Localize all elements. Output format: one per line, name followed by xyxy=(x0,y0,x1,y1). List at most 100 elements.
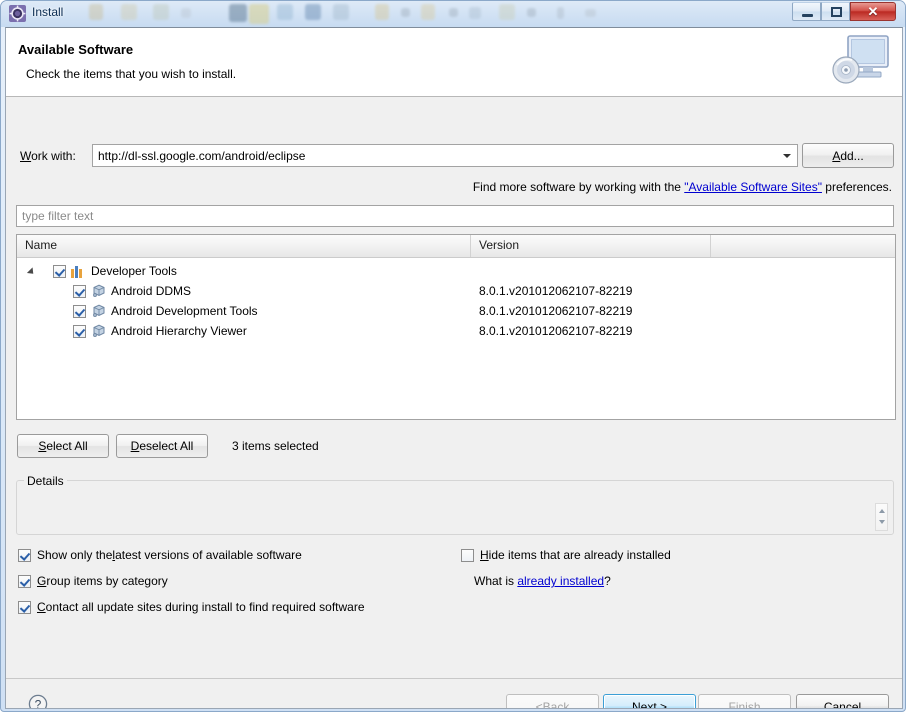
software-tree[interactable]: Name Version Developer Tools Android DDM… xyxy=(16,234,896,420)
close-button[interactable]: ✕ xyxy=(850,2,896,21)
back-before: < xyxy=(535,699,543,709)
column-header-version[interactable]: Version xyxy=(471,235,711,257)
ghost-shape xyxy=(449,8,458,17)
ghost-shape xyxy=(499,4,515,20)
next-label: ext > xyxy=(640,699,668,709)
row-name-cell: Developer Tools xyxy=(53,261,177,281)
details-scrollbar[interactable] xyxy=(875,503,888,531)
option-group-items-by-category[interactable]: Group items by category xyxy=(18,574,168,588)
what-is-before: What is xyxy=(474,574,518,588)
row-name-cell: Android Development Tools xyxy=(73,301,258,321)
option-label-after: roup items by category xyxy=(46,574,168,588)
ghost-shape xyxy=(375,4,389,20)
close-icon: ✕ xyxy=(867,3,879,19)
next-mnemonic: N xyxy=(631,699,641,709)
option-label-after: ide items that are already installed xyxy=(488,548,671,562)
work-with-mnemonic: W xyxy=(20,149,32,163)
back-mnemonic: B xyxy=(542,699,551,709)
row-name-cell: Android DDMS xyxy=(73,281,191,301)
svg-text:?: ? xyxy=(35,697,42,709)
row-checkbox[interactable] xyxy=(73,324,86,338)
cancel-label: Cancel xyxy=(823,699,862,709)
deselect-all-label: eselect All xyxy=(139,439,194,453)
cancel-button[interactable]: Cancel xyxy=(796,694,889,709)
installable-unit-icon xyxy=(93,324,105,337)
table-row[interactable]: Android DDMS 8.0.1.v201012062107-82219 xyxy=(17,281,895,301)
ghost-shape xyxy=(89,4,103,20)
column-header-name[interactable]: Name xyxy=(17,235,471,257)
category-icon xyxy=(71,264,87,278)
filter-input[interactable]: type filter text xyxy=(16,205,894,227)
finish-mnemonic: F xyxy=(728,699,736,709)
details-group xyxy=(16,480,894,535)
details-label: Details xyxy=(24,474,67,488)
add-button-mnemonic: A xyxy=(832,148,841,163)
scroll-up-icon[interactable] xyxy=(879,509,885,513)
row-name-cell: Android Hierarchy Viewer xyxy=(73,321,247,341)
option-hide-installed-items[interactable]: Hide items that are already installed xyxy=(461,548,671,562)
minimize-button[interactable] xyxy=(792,2,821,21)
table-row[interactable]: Developer Tools xyxy=(17,261,895,281)
scroll-down-icon[interactable] xyxy=(879,520,885,524)
ghost-shape xyxy=(277,4,293,20)
select-all-button[interactable]: Select All xyxy=(17,434,109,458)
ghost-shape xyxy=(333,4,349,20)
table-row[interactable]: Android Hierarchy Viewer 8.0.1.v20101206… xyxy=(17,321,895,341)
available-software-sites-link[interactable]: "Available Software Sites" xyxy=(684,180,822,194)
work-with-combobox[interactable]: http://dl-ssl.google.com/android/eclipse xyxy=(92,144,798,167)
add-button-label: dd... xyxy=(840,148,864,163)
option-mnemonic: H xyxy=(480,548,489,562)
expand-arrow-icon[interactable] xyxy=(26,267,37,277)
finish-button[interactable]: Finish xyxy=(698,694,791,709)
help-question-icon[interactable]: ? xyxy=(28,694,48,709)
hint-before: Find more software by working with the xyxy=(472,180,685,194)
table-row[interactable]: Android Development Tools 8.0.1.v2010120… xyxy=(17,301,895,321)
work-with-label-rest: ork with: xyxy=(31,149,76,163)
back-button[interactable]: < Back xyxy=(506,694,599,709)
deselect-all-mnemonic: D xyxy=(130,439,140,453)
chevron-down-icon[interactable] xyxy=(783,154,791,158)
ghost-shape xyxy=(153,4,169,20)
option-label-after: atest versions of available software xyxy=(115,548,302,562)
page-subtitle: Check the items that you wish to install… xyxy=(26,67,237,81)
already-installed-link[interactable]: already installed xyxy=(517,574,604,588)
ghost-shape xyxy=(585,9,596,17)
maximize-button[interactable] xyxy=(821,2,850,21)
title-bar: Install ✕ xyxy=(1,1,905,27)
maximize-icon xyxy=(831,7,842,17)
ghost-shape xyxy=(181,8,191,18)
option-label-before: Show only the xyxy=(37,548,113,562)
show-latest-versions-checkbox[interactable] xyxy=(18,548,31,562)
row-label: Android Hierarchy Viewer xyxy=(111,324,247,338)
ghost-shape xyxy=(229,4,247,22)
contact-all-sites-checkbox[interactable] xyxy=(18,600,31,614)
back-label: ack xyxy=(550,699,570,709)
deselect-all-button[interactable]: Deselect All xyxy=(116,434,208,458)
next-button[interactable]: Next > xyxy=(603,694,696,709)
monitor-disc-icon xyxy=(832,35,889,84)
row-version-cell: 8.0.1.v201012062107-82219 xyxy=(479,304,633,318)
items-selected-status: 3 items selected xyxy=(232,439,319,453)
option-contact-all-update-sites[interactable]: Contact all update sites during install … xyxy=(18,600,365,614)
row-checkbox[interactable] xyxy=(73,304,86,318)
installable-unit-icon xyxy=(93,284,105,297)
row-version-cell: 8.0.1.v201012062107-82219 xyxy=(479,284,633,298)
work-with-value: http://dl-ssl.google.com/android/eclipse xyxy=(98,149,306,163)
row-checkbox[interactable] xyxy=(73,284,86,298)
page-title: Available Software xyxy=(18,42,134,57)
ghost-shape xyxy=(527,8,536,17)
row-checkbox[interactable] xyxy=(53,264,66,278)
ghost-shape xyxy=(469,7,481,19)
what-is-after: ? xyxy=(604,574,611,588)
add-site-button[interactable]: Add... xyxy=(802,143,894,168)
hide-installed-checkbox[interactable] xyxy=(461,548,474,562)
option-label-after: ontact all update sites during install t… xyxy=(45,600,365,614)
option-mnemonic: C xyxy=(37,600,46,614)
group-by-category-checkbox[interactable] xyxy=(18,574,31,588)
finish-label: inish xyxy=(735,699,761,709)
work-with-label: Work with: xyxy=(20,149,76,163)
ghost-shape xyxy=(401,8,410,17)
column-header-extra[interactable] xyxy=(711,235,895,257)
option-show-latest-versions[interactable]: Show only the l atest versions of availab… xyxy=(18,548,302,562)
option-mnemonic: G xyxy=(37,574,47,588)
